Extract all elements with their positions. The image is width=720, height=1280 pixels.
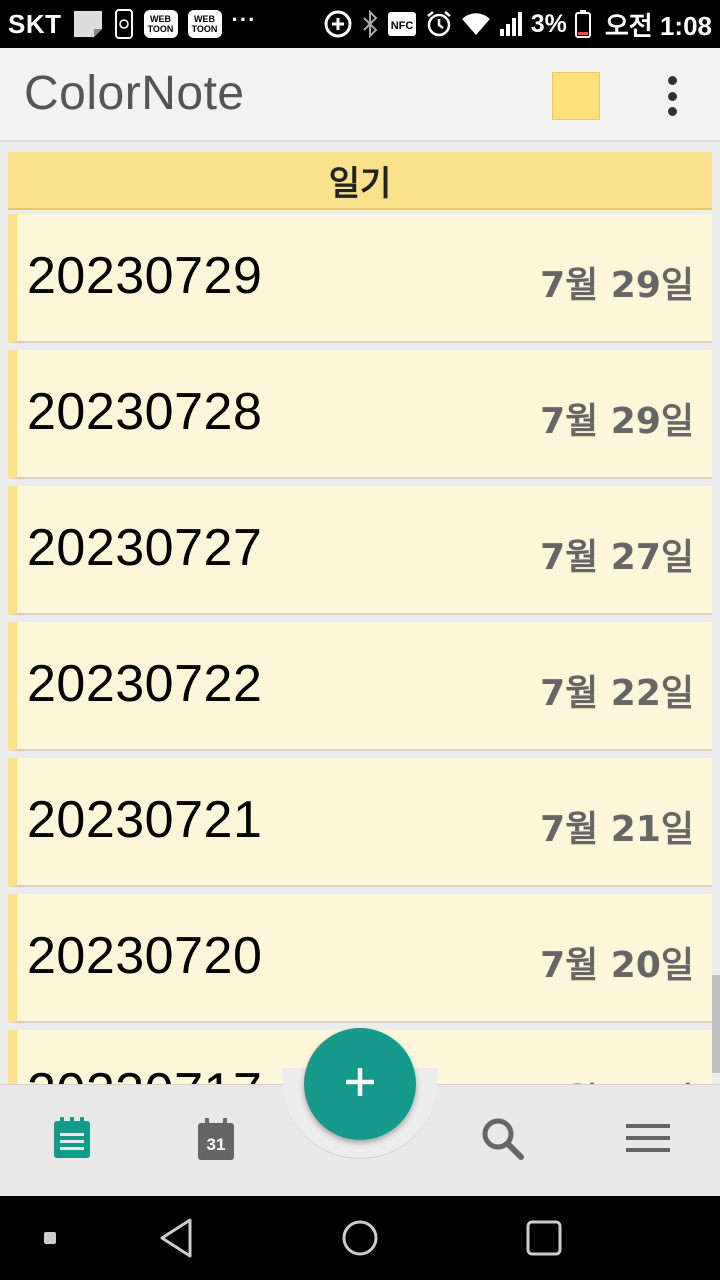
- note-item[interactable]: 20230722 7월 22일: [8, 622, 712, 751]
- note-date: 7월 29일: [540, 265, 694, 306]
- app-bar: ColorNote: [0, 48, 720, 142]
- calendar-icon: 31: [196, 1118, 236, 1162]
- app-logo: ColorNote: [24, 67, 245, 120]
- calendar-day-label: 31: [206, 1135, 226, 1154]
- note-item[interactable]: 20230721 7월 21일: [8, 758, 712, 887]
- hamburger-icon: [626, 1122, 670, 1158]
- note-date: 7월 27일: [540, 537, 694, 578]
- system-nav-bar: [0, 1196, 720, 1280]
- note-date: 7월 22일: [540, 673, 694, 714]
- note-title: 20230728: [27, 383, 263, 441]
- notes-tab[interactable]: [42, 1110, 102, 1170]
- note-title: 20230729: [27, 247, 263, 305]
- home-icon[interactable]: [340, 1216, 380, 1260]
- webtoon-icon-2: WEB TOON: [187, 10, 222, 38]
- webtoon-icon: WEB TOON: [143, 10, 178, 38]
- more-vertical-icon[interactable]: [656, 72, 688, 120]
- menu-button[interactable]: [618, 1110, 678, 1170]
- note-title: 20230720: [27, 927, 263, 985]
- note-item[interactable]: 20230727 7월 27일: [8, 486, 712, 615]
- note-date: 7월 29일: [540, 401, 694, 442]
- bluetooth-icon: [361, 10, 379, 38]
- note-title: 20230722: [27, 655, 263, 713]
- data-saver-icon: [323, 9, 353, 39]
- alarm-icon: [425, 10, 453, 38]
- notes-icon: [52, 1116, 92, 1164]
- note-item[interactable]: 20230729 7월 29일: [8, 214, 712, 343]
- plus-icon: [343, 1065, 377, 1103]
- battery-percent: 3%: [530, 9, 567, 38]
- image-notification-icon: [72, 9, 104, 39]
- overview-icon[interactable]: [524, 1216, 564, 1260]
- category-header[interactable]: 일기: [8, 152, 712, 210]
- carrier-label: SKT: [8, 8, 62, 39]
- note-date: 7월 21일: [540, 809, 694, 850]
- nfc-icon: NFC: [387, 11, 417, 37]
- clock: 오전 1:08: [604, 10, 712, 41]
- battery-icon: [574, 10, 591, 38]
- signal-icon: [499, 11, 523, 37]
- calendar-tab[interactable]: 31: [186, 1110, 246, 1170]
- note-item[interactable]: 20230720 7월 20일: [8, 894, 712, 1023]
- note-title: 20230727: [27, 519, 263, 577]
- add-note-button[interactable]: [304, 1028, 416, 1140]
- more-notifications-icon: ···: [231, 7, 257, 32]
- back-icon[interactable]: [156, 1216, 196, 1260]
- scrollbar[interactable]: [712, 975, 720, 1073]
- wifi-icon: [461, 11, 491, 37]
- phone-sync-icon: [114, 9, 134, 39]
- note-title: 20230721: [27, 791, 263, 849]
- color-filter-button[interactable]: [552, 72, 600, 120]
- status-bar: SKT WEB TOON WEB TOON ··· NFC 3% 오전 1:08: [0, 0, 720, 48]
- note-item[interactable]: 20230728 7월 29일: [8, 350, 712, 479]
- search-button[interactable]: [472, 1110, 532, 1170]
- recent-apps-dot-icon[interactable]: [38, 1226, 62, 1250]
- note-date: 7월 20일: [540, 945, 694, 986]
- search-icon: [480, 1116, 524, 1164]
- svg-text:NFC: NFC: [390, 20, 413, 32]
